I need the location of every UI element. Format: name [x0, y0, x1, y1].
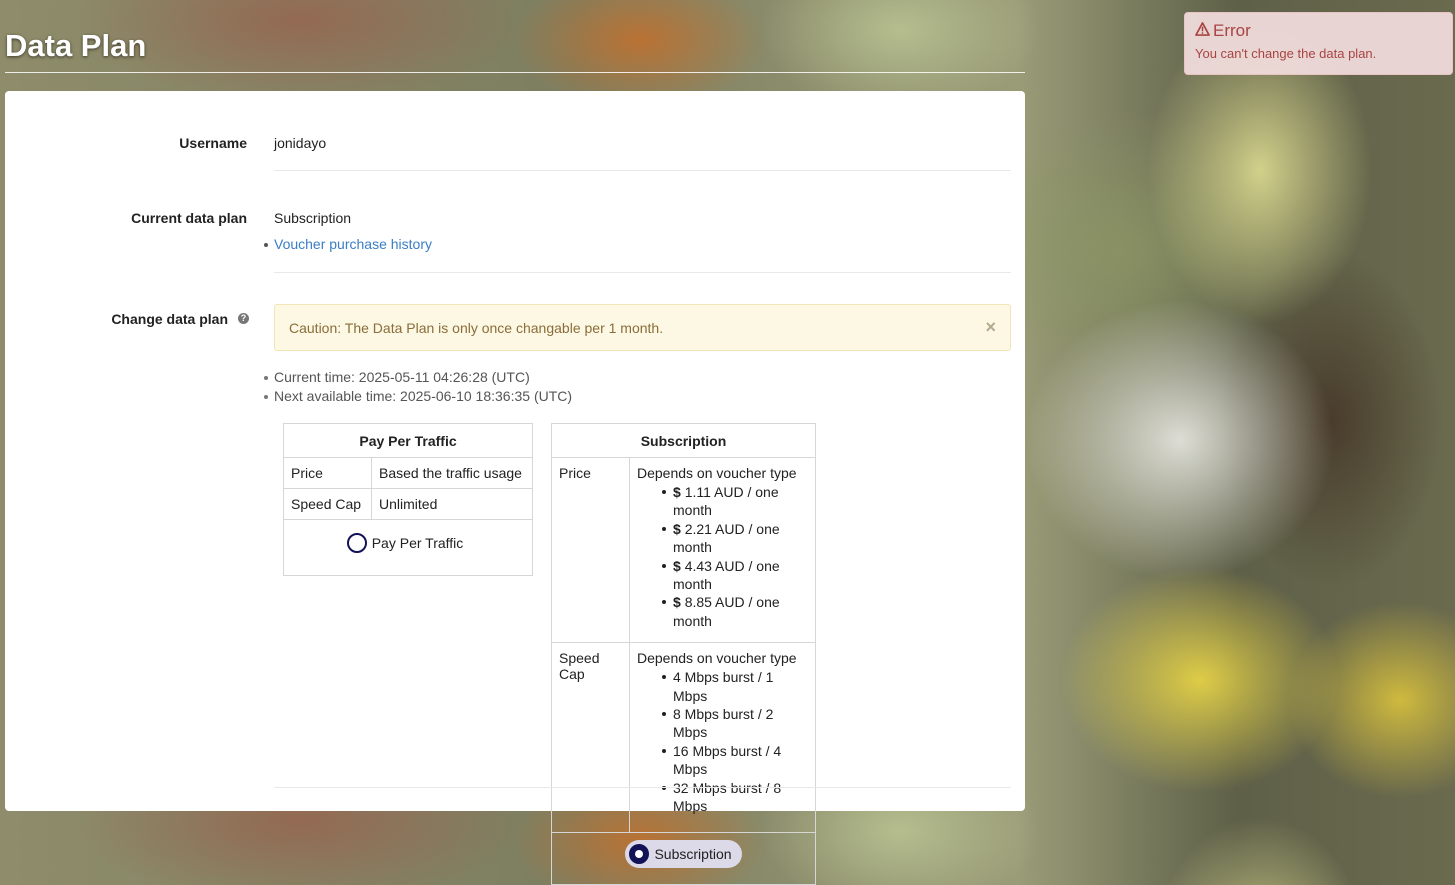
speed-item: 8 Mbps burst / 2 Mbps: [662, 705, 808, 742]
radio-checked-icon[interactable]: [629, 843, 650, 864]
divider: [274, 787, 1011, 788]
ppt-option-label: Pay Per Traffic: [371, 535, 464, 551]
speed-item: 32 Mbps burst / 8 Mbps: [662, 779, 808, 816]
sub-speed-value: Depends on voucher type: [637, 650, 797, 667]
subscription-table: Subscription Price Depends on voucher ty…: [551, 423, 816, 885]
next-available-time: Next available time: 2025-06-10 18:36:35…: [263, 388, 573, 404]
divider: [274, 272, 1011, 273]
ppt-title: Pay Per Traffic: [283, 423, 533, 458]
pay-per-traffic-radio[interactable]: Pay Per Traffic: [343, 529, 474, 557]
ppt-price-value: Based the traffic usage: [371, 457, 533, 489]
page-title: Data Plan: [5, 28, 147, 63]
sub-price-value: Depends on voucher type: [637, 465, 797, 481]
ppt-price-label: Price: [283, 457, 372, 489]
help-icon[interactable]: ?: [238, 313, 249, 324]
subscription-radio[interactable]: Subscription: [625, 839, 742, 868]
change-plan-label-text: Change data plan: [111, 311, 228, 327]
radio-unchecked-icon[interactable]: [346, 533, 367, 553]
pay-per-traffic-table: Pay Per Traffic Price Based the traffic …: [283, 423, 533, 576]
current-plan-value: Subscription: [274, 210, 352, 226]
ppt-speed-value: Unlimited: [371, 488, 533, 520]
price-item: $ 1.11 AUD / one month: [662, 483, 808, 520]
speed-item: 16 Mbps burst / 4 Mbps: [662, 742, 808, 779]
warning-icon: [1195, 21, 1210, 41]
caution-text: Caution: The Data Plan is only once chan…: [289, 320, 664, 336]
speed-item: 4 Mbps burst / 1 Mbps: [662, 668, 808, 705]
sub-speed-cell: Depends on voucher type 4 Mbps burst / 1…: [629, 642, 816, 833]
main-panel: Username jonidayo Current data plan Subs…: [5, 91, 1025, 885]
time-info-list: Current time: 2025-05-11 04:26:28 (UTC) …: [263, 368, 573, 406]
toast-title-row: Error: [1195, 21, 1442, 41]
sub-option-label: Subscription: [654, 845, 732, 862]
toast-message: You can't change the data plan.: [1195, 46, 1377, 61]
divider: [274, 170, 1011, 171]
page-header: Data Plan: [5, 0, 1025, 73]
sub-title: Subscription: [551, 423, 816, 458]
current-time: Current time: 2025-05-11 04:26:28 (UTC): [263, 368, 572, 387]
close-icon[interactable]: ×: [985, 318, 996, 336]
price-item: $ 2.21 AUD / one month: [662, 520, 808, 557]
change-plan-label: Change data plan: [5, 311, 228, 327]
current-plan-label: Current data plan: [131, 210, 247, 226]
sub-radio-cell: Subscription: [551, 831, 816, 885]
list-item: Voucher purchase history: [264, 235, 432, 254]
sub-price-cell: Depends on voucher type $ 1.11 AUD / one…: [629, 456, 816, 644]
error-toast[interactable]: Error You can't change the data plan.: [1184, 12, 1453, 75]
ppt-radio-cell: Pay Per Traffic: [283, 519, 533, 576]
toast-title: Error: [1213, 21, 1251, 40]
username-label: Username: [179, 135, 247, 151]
sub-price-list: $ 1.11 AUD / one month $ 2.21 AUD / one …: [637, 483, 808, 630]
current-plan-links: Voucher purchase history: [264, 235, 432, 254]
sub-speed-list: 4 Mbps burst / 1 Mbps 8 Mbps burst / 2 M…: [637, 668, 808, 815]
sub-speed-label: Speed Cap: [551, 642, 630, 833]
sub-price-label: Price: [551, 456, 630, 644]
caution-alert: Caution: The Data Plan is only once chan…: [274, 304, 1011, 351]
price-item: $ 4.43 AUD / one month: [662, 557, 808, 594]
voucher-history-link[interactable]: Voucher purchase history: [274, 236, 432, 252]
price-item: $ 8.85 AUD / one month: [662, 593, 808, 630]
username-value: jonidayo: [274, 135, 327, 151]
ppt-speed-label: Speed Cap: [283, 488, 372, 520]
